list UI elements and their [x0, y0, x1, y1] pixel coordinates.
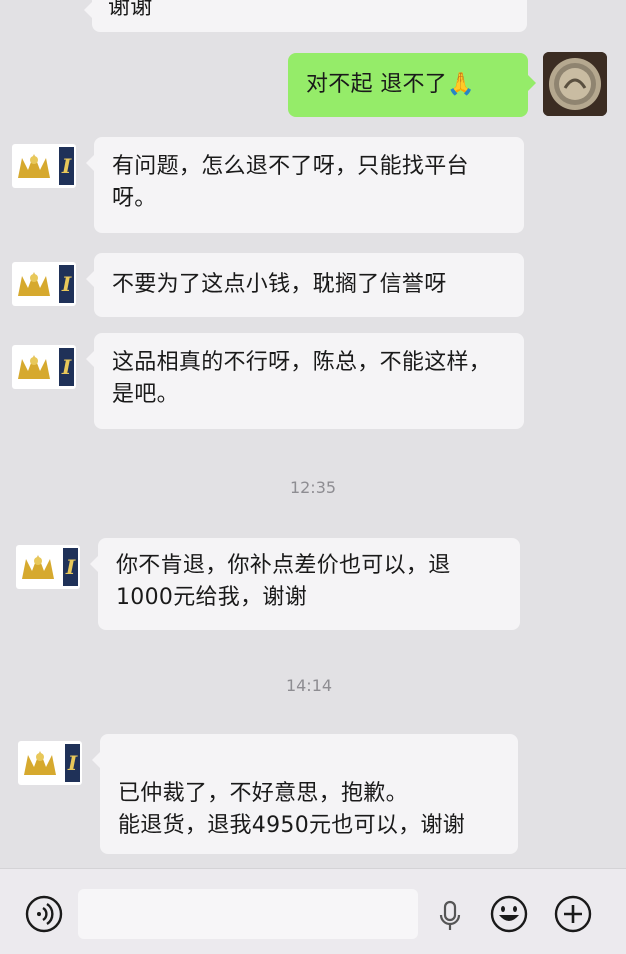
emoji-button[interactable] — [489, 894, 529, 934]
plus-button[interactable] — [553, 894, 593, 934]
message-text: 对不起 退不了🙏 — [306, 72, 475, 97]
avatar[interactable]: I — [12, 345, 76, 389]
my-avatar[interactable] — [543, 52, 607, 116]
avatar-glyph: I — [59, 147, 74, 185]
avatar-glyph: I — [59, 348, 74, 386]
mic-button[interactable] — [430, 896, 470, 936]
avatar-glyph: I — [65, 744, 80, 782]
avatar[interactable]: I — [12, 144, 76, 188]
timestamp: 14:14 — [285, 676, 333, 695]
emoji-icon — [490, 895, 528, 933]
avatar-glyph: I — [59, 265, 74, 303]
timestamp: 12:35 — [289, 478, 337, 497]
mic-icon — [439, 900, 461, 930]
coin-icon — [543, 52, 607, 116]
chat-area[interactable]: 谢谢 对不起 退不了🙏 I 有问题，怎么退不了呀，只能找平台呀。 I 不要为了这… — [0, 0, 626, 868]
message-text: 有问题，怎么退不了呀，只能找平台呀。 — [112, 154, 469, 211]
message-bubble[interactable]: 已仲裁了，不好意思，抱歉。 能退货，退我4950元也可以，谢谢 — [92, 734, 518, 854]
message-text: 已仲裁了，不好意思，抱歉。 能退货，退我4950元也可以，谢谢 — [118, 781, 466, 838]
avatar[interactable]: I — [12, 262, 76, 306]
voice-button[interactable] — [24, 894, 64, 934]
avatar[interactable]: I — [16, 545, 80, 589]
message-text: 不要为了这点小钱，耽搁了信誉呀 — [112, 272, 447, 297]
logo-icon — [18, 355, 50, 379]
message-bubble[interactable]: 有问题，怎么退不了呀，只能找平台呀。 — [86, 137, 524, 233]
message-text: 这品相真的不行呀，陈总，不能这样，是吧。 — [112, 350, 492, 407]
logo-icon — [24, 751, 56, 775]
message-input[interactable] — [78, 889, 418, 939]
plus-icon — [554, 895, 592, 933]
logo-icon — [18, 272, 50, 296]
message-bubble-self[interactable]: 对不起 退不了🙏 — [288, 53, 536, 117]
message-bubble[interactable]: 这品相真的不行呀，陈总，不能这样，是吧。 — [86, 333, 524, 429]
message-bubble[interactable]: 不要为了这点小钱，耽搁了信誉呀 — [86, 253, 524, 317]
avatar[interactable]: I — [18, 741, 82, 785]
avatar-glyph: I — [63, 548, 78, 586]
message-text: 你不肯退，你补点差价也可以，退1000元给我，谢谢 — [116, 553, 451, 610]
voice-icon — [25, 895, 63, 933]
message-text: 谢谢 — [108, 0, 153, 20]
logo-icon — [18, 154, 50, 178]
message-bubble[interactable]: 谢谢 — [84, 0, 527, 32]
message-bubble[interactable]: 你不肯退，你补点差价也可以，退1000元给我，谢谢 — [90, 538, 520, 630]
input-toolbar — [0, 868, 626, 954]
logo-icon — [22, 555, 54, 579]
